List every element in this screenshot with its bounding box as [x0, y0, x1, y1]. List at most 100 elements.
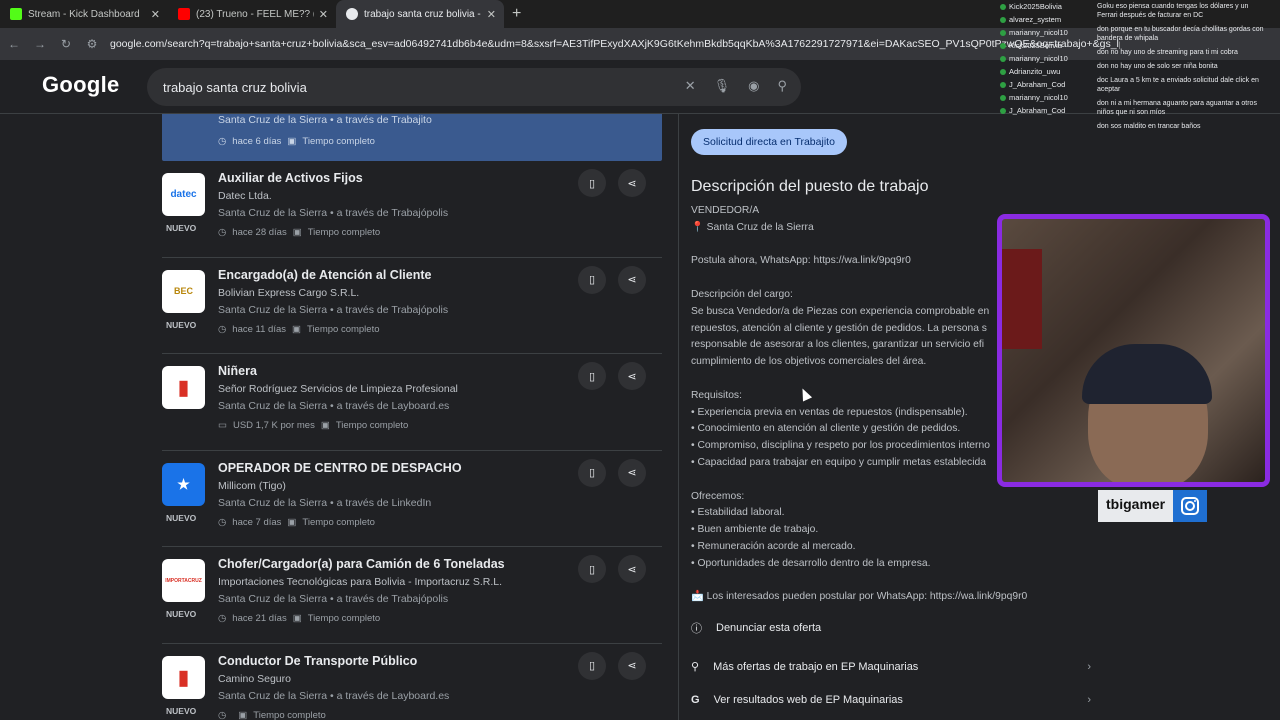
chat-user: marianny_nicol10 [1000, 26, 1096, 39]
selected-job-card[interactable]: Santa Cruz de la Sierra • a través de Tr… [162, 114, 662, 161]
share-icon: ⋖ [627, 467, 637, 479]
job-meta: ▭ USD 1,7 K por mes ▣ Tiempo completo [218, 420, 408, 431]
bookmark-button[interactable]: ▯ [578, 555, 606, 583]
clock-icon: ◷ [218, 709, 227, 720]
chat-user: J_Abraham_Cod [1000, 78, 1096, 91]
job-title[interactable]: Conductor De Transporte Público [218, 654, 417, 668]
reload-icon[interactable]: ↻ [58, 37, 74, 51]
search-input[interactable]: trabajo santa cruz bolivia [163, 80, 307, 95]
apply-button[interactable]: Solicitud directa en Trabajito [691, 129, 847, 155]
bookmark-button[interactable]: ▯ [578, 651, 606, 680]
job-meta: ◷ ▣ Tiempo completo [218, 710, 326, 720]
chat-user: alvarez_system [1000, 13, 1096, 26]
bookmark-button[interactable]: ▯ [578, 169, 606, 197]
job-location: Santa Cruz de la Sierra • a través de Tr… [218, 114, 432, 126]
tab-youtube[interactable]: (23) Trueno - FEEL ME?? (Vi ✕ [168, 0, 336, 28]
back-icon[interactable]: ← [6, 37, 22, 51]
online-dot-icon [1000, 29, 1006, 36]
chat-username: Kick2025Bolivia [1009, 2, 1062, 11]
job-title[interactable]: Encargado(a) de Atención al Cliente [218, 268, 431, 282]
url-field[interactable]: google.com/search?q=trabajo+santa+cruz+b… [110, 38, 1120, 50]
info-icon: ⓘ [691, 623, 702, 635]
online-dot-icon [1000, 68, 1006, 75]
job-card[interactable]: ▮ Niñera Señor Rodríguez Servicios de Li… [162, 354, 662, 451]
more-offers-label: Más ofertas de trabajo en EP Maquinarias [713, 660, 919, 673]
lens-icon[interactable]: ◉ [748, 78, 759, 94]
close-icon[interactable]: ✕ [151, 8, 160, 21]
briefcase-icon: ▣ [320, 420, 330, 431]
job-meta: ◷ hace 21 días ▣ Tiempo completo [218, 613, 380, 624]
new-badge: NUEVO [166, 512, 197, 523]
web-results-link[interactable]: G Ver resultados web de EP Maquinarias › [691, 694, 1091, 706]
chat-user-list: Kick2025Bolivia alvarez_system marianny_… [1000, 0, 1096, 117]
job-type: Tiempo completo [302, 516, 375, 528]
search-box[interactable]: trabajo santa cruz bolivia ✕ 🎙 ◉ ⚲ [147, 68, 801, 106]
bookmark-button[interactable]: ▯ [578, 362, 606, 390]
report-label: Denunciar esta oferta [716, 622, 822, 634]
url-domain: google.com [110, 38, 165, 50]
detail-title: Descripción del puesto de trabajo [691, 178, 929, 195]
online-dot-icon [1000, 42, 1006, 49]
money-icon: ▭ [218, 420, 227, 431]
share-button[interactable]: ⋖ [618, 555, 646, 583]
bookmark-icon: ▯ [588, 370, 596, 383]
clear-icon[interactable]: ✕ [685, 78, 696, 94]
job-card[interactable]: ▮ NUEVO Conductor De Transporte Público … [162, 644, 662, 720]
job-type: Tiempo completo [335, 420, 409, 431]
share-button[interactable]: ⋖ [618, 458, 646, 487]
share-button[interactable]: ⋖ [618, 362, 646, 390]
new-badge: NUEVO [166, 609, 197, 619]
kick-icon [10, 8, 22, 20]
close-icon[interactable]: ✕ [319, 8, 328, 21]
webcam-background [1002, 249, 1042, 349]
job-meta: ◷ hace 6 días ▣ Tiempo completo [218, 136, 375, 147]
new-tab-button[interactable]: + [504, 5, 529, 23]
job-card[interactable]: ★ NUEVO OPERADOR DE CENTRO DE DESPACHO M… [162, 451, 662, 547]
job-age: hace 11 días [232, 323, 286, 335]
company-logo: datec [162, 173, 205, 216]
job-card[interactable]: BEC NUEVO Encargado(a) de Atención al Cl… [162, 258, 662, 354]
job-card[interactable]: IMPORTACRUZ NUEVO Chofer/Cargador(a) par… [162, 547, 662, 644]
report-link[interactable]: ⓘ Denunciar esta oferta [691, 620, 821, 636]
job-location: Santa Cruz de la Sierra • a través de Li… [218, 496, 432, 509]
share-button[interactable]: ⋖ [618, 265, 646, 294]
job-age: hace 28 días [232, 227, 287, 238]
briefcase-icon: ▣ [287, 136, 297, 147]
chat-messages: Goku eso piensa cuando tengas los dólare… [1097, 2, 1267, 136]
job-card[interactable]: datec NUEVO Auxiliar de Activos Fijos Da… [162, 161, 662, 258]
share-icon: ⋖ [627, 660, 637, 672]
bookmark-button[interactable]: ▯ [578, 265, 606, 294]
share-button[interactable]: ⋖ [618, 169, 646, 197]
clock-icon: ◷ [218, 516, 227, 528]
bookmark-icon: ▯ [588, 660, 596, 672]
job-title[interactable]: OPERADOR DE CENTRO DE DESPACHO [218, 461, 462, 475]
job-title[interactable]: Chofer/Cargador(a) para Camión de 6 Tone… [218, 557, 505, 571]
forward-icon[interactable]: → [32, 37, 48, 51]
chat-username: marianny_nicol10 [1009, 28, 1068, 37]
google-logo[interactable]: Google [42, 72, 120, 98]
more-offers-link[interactable]: ⚲ Más ofertas de trabajo en EP Maquinari… [691, 660, 1091, 674]
job-type: Tiempo completo [307, 227, 381, 238]
share-button[interactable]: ⋖ [618, 651, 646, 680]
job-company: Datec Ltda. [218, 190, 272, 202]
bookmark-button[interactable]: ▯ [578, 458, 606, 487]
close-icon[interactable]: ✕ [487, 8, 496, 21]
job-title[interactable]: Niñera [218, 364, 257, 378]
job-location: Santa Cruz de la Sierra • a través de Tr… [218, 207, 449, 219]
briefcase-icon: ▣ [287, 516, 297, 528]
share-icon: ⋖ [627, 370, 637, 383]
tab-kick-dashboard[interactable]: Stream - Kick Dashboard ✕ [0, 0, 168, 28]
job-title[interactable]: Auxiliar de Activos Fijos [218, 171, 363, 185]
tab-label: (23) Trueno - FEEL ME?? (Vi [196, 8, 314, 20]
chat-username: marianny_nicol10 [1009, 54, 1068, 63]
microphone-icon[interactable]: 🎙 [714, 78, 731, 94]
bookmark-icon: ▯ [588, 563, 596, 576]
job-age: hace 21 días [232, 613, 287, 624]
company-logo: BEC [162, 269, 205, 313]
tab-google-search[interactable]: trabajo santa cruz bolivia - Bus ✕ [336, 0, 504, 28]
online-dot-icon [1000, 55, 1006, 62]
chat-message: don sos maldito en trancar baños [1097, 123, 1201, 130]
job-salary: USD 1,7 K por mes [232, 420, 315, 431]
site-info-icon[interactable]: ⚙ [84, 37, 100, 51]
search-icon[interactable]: ⚲ [777, 78, 787, 94]
